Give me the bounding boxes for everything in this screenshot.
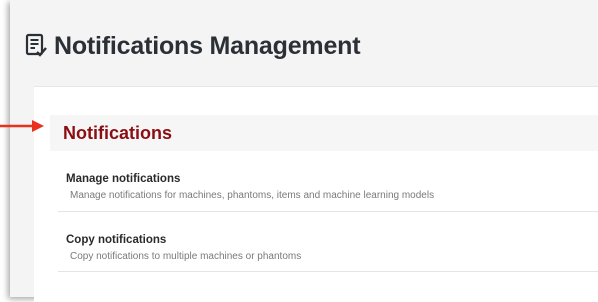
manage-notifications-item[interactable]: Manage notifications Manage notification…	[66, 172, 598, 202]
page-title: Notifications Management	[54, 31, 361, 60]
section-header: Notifications	[50, 115, 598, 151]
notifications-card: Notifications Manage notifications Manag…	[34, 86, 598, 302]
page-header: Notifications Management	[24, 26, 361, 66]
red-arrow-icon	[0, 120, 44, 132]
copy-notifications-item[interactable]: Copy notifications Copy notifications to…	[66, 233, 598, 263]
notifications-list-icon	[25, 33, 47, 57]
item-description: Copy notifications to multiple machines …	[70, 251, 302, 262]
item-title[interactable]: Copy notifications	[66, 233, 598, 247]
divider	[58, 211, 598, 212]
section-title: Notifications	[63, 122, 173, 143]
divider	[58, 271, 598, 272]
item-description: Manage notifications for machines, phant…	[70, 190, 435, 201]
item-title[interactable]: Manage notifications	[66, 172, 598, 186]
app-window: Notifications Management Notifications M…	[10, 0, 598, 302]
